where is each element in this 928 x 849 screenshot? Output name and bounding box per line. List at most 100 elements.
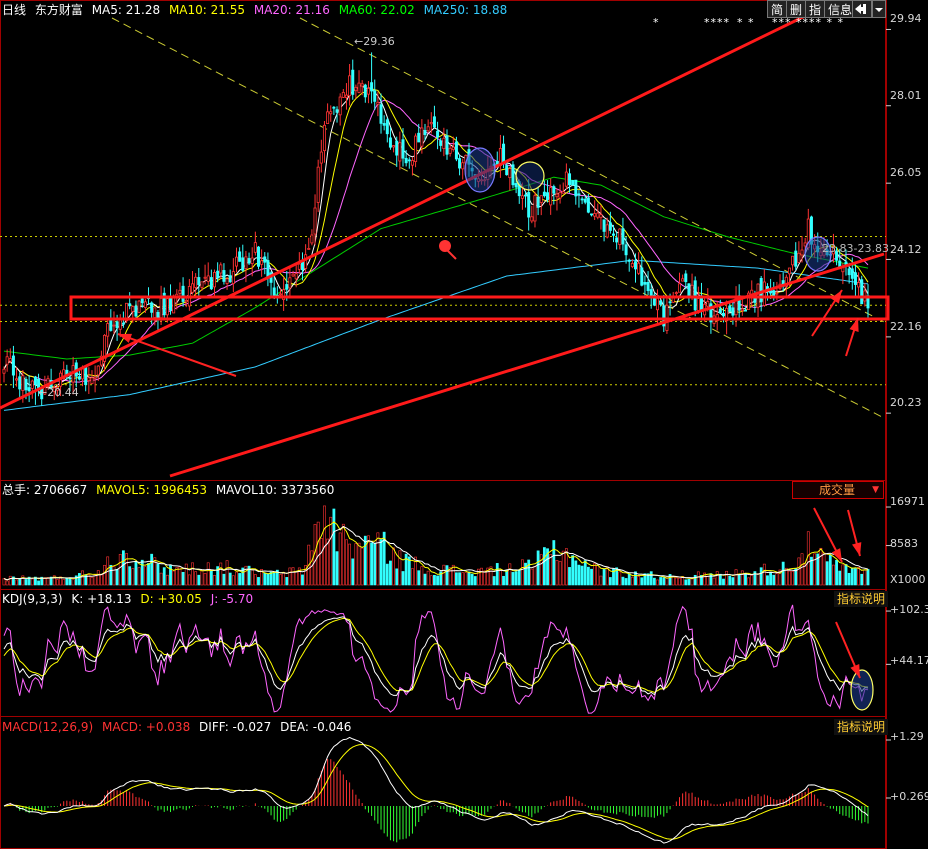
volume-bar (257, 577, 260, 586)
candle-body (608, 222, 612, 231)
candle-body (621, 228, 625, 245)
volume-select-label: 成交量 (819, 483, 856, 497)
volume-bar (197, 574, 201, 586)
candle-body (590, 213, 594, 216)
candle-body (291, 273, 295, 277)
volume-bar (850, 567, 854, 586)
chevron-down-icon: ▼ (872, 485, 879, 495)
candle-body (153, 307, 157, 318)
candle-body (627, 259, 631, 262)
volume-bar (357, 542, 361, 586)
dropdown-button[interactable] (872, 0, 886, 18)
candle-body (366, 88, 370, 95)
candle-body (618, 228, 622, 245)
volume-bar (511, 572, 515, 586)
period-label[interactable]: 日线 (2, 3, 26, 17)
volume-bar (602, 568, 606, 586)
volume-bar (533, 566, 537, 586)
kdj-j-line (3, 604, 869, 714)
kdj-k-value: K: +18.13 (71, 592, 132, 606)
candle-body (313, 207, 317, 235)
volume-bar (165, 574, 169, 586)
candle-body (797, 252, 801, 263)
volume-bar (678, 577, 681, 586)
candle-body (379, 104, 383, 124)
candle-body (382, 123, 386, 126)
candle-body (630, 263, 634, 268)
signal-star: **** (704, 16, 730, 29)
volume-bar (828, 554, 832, 586)
candle-body (238, 251, 242, 262)
kdj-help-button[interactable]: 指标说明 (834, 591, 889, 607)
volume-bar (68, 577, 72, 586)
candle-body (439, 140, 443, 146)
volume-bar (140, 559, 144, 586)
candle-body (640, 267, 644, 286)
volume-bar (728, 575, 732, 586)
volume-bar (294, 571, 298, 586)
volume-bar (561, 550, 565, 586)
candle-body (445, 135, 449, 155)
candle-body (109, 318, 113, 331)
ma60-value: MA60: 22.02 (338, 3, 415, 17)
candle-body (344, 94, 348, 99)
candle-body (718, 308, 722, 314)
volume-bar (630, 576, 634, 586)
candle-body (33, 376, 37, 385)
candle-body (250, 257, 254, 264)
ma250-value: MA250: 18.88 (423, 3, 508, 17)
candle-body (502, 143, 506, 163)
volume-bar (121, 550, 125, 586)
volume-bar (288, 567, 292, 586)
kdj-d-value: D: +30.05 (140, 592, 202, 606)
volume-bar (461, 572, 465, 586)
annotation-arrow-head (118, 333, 132, 343)
volume-bar (30, 578, 34, 586)
volume-bar (316, 521, 320, 586)
price-label: 26.05 (890, 166, 922, 179)
volume-bar (640, 577, 644, 586)
candle-body (84, 366, 88, 385)
volume-indicator-select[interactable]: 成交量 ▼ (792, 481, 884, 499)
candle-body (432, 116, 436, 128)
volume-bar (596, 565, 600, 586)
volume-bar (696, 571, 700, 586)
candle-body (203, 276, 207, 279)
candle-body (96, 365, 100, 376)
candle-body (398, 142, 402, 162)
candle-body (27, 387, 31, 392)
candle-body (577, 193, 581, 196)
volume-bar (326, 538, 330, 586)
volume-bar (860, 573, 864, 586)
candle-body (184, 299, 188, 303)
candle-body (649, 289, 653, 297)
volume-bar (433, 574, 436, 586)
candle-body (847, 268, 851, 276)
volume-bar (499, 569, 502, 586)
candle-body (348, 75, 352, 97)
volume-bar (637, 576, 641, 586)
volume-bar (335, 551, 339, 586)
candle-body (668, 301, 672, 304)
signal-star: * * (737, 16, 755, 29)
candle-body (461, 162, 465, 170)
macd-params: MACD(12,26,9) (2, 720, 94, 734)
candle-body (420, 127, 424, 147)
volume-bar (8, 575, 12, 586)
volume-bar (492, 576, 496, 586)
candle-body (310, 234, 314, 244)
exit-button[interactable] (852, 0, 872, 18)
ma60-line (3, 176, 869, 360)
volume-bar (18, 578, 22, 586)
volume-axis-label: 16971 (890, 495, 925, 508)
candle-body (674, 292, 678, 295)
volume-bar (24, 579, 28, 586)
candle-body (191, 283, 195, 293)
volume-bar (109, 564, 113, 586)
volume-bar (549, 554, 553, 586)
volume-bar (822, 552, 826, 586)
volume-bar (442, 564, 446, 586)
macd-help-button[interactable]: 指标说明 (834, 719, 889, 735)
candle-body (655, 297, 659, 311)
volume-bar (797, 557, 801, 586)
